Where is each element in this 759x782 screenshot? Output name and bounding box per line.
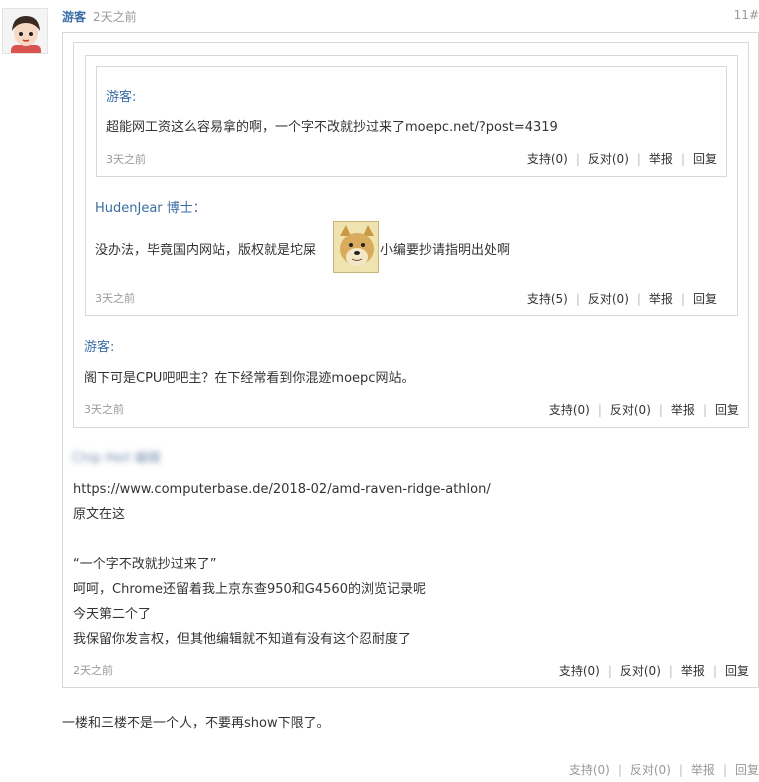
quote-line (73, 527, 491, 552)
quote-line: 原文在这 (73, 507, 126, 522)
quote-time: 3天之前 (106, 153, 146, 166)
quote-line: 我保留你发言权，但其他编辑就不知道有没有这个忍耐度了 (73, 632, 412, 647)
report-button[interactable]: 举报 (649, 150, 673, 167)
divider: | (658, 402, 663, 417)
quote-actions: 支持(0) | 反对(0) | 举报 | 回复 (527, 150, 717, 167)
comment-text: 一楼和三楼不是一个人，不要再show下限了。 (62, 716, 330, 731)
quote-line[interactable]: https://www.computerbase.de/2018-02/amd-… (73, 477, 491, 502)
quote-time: 3天之前 (84, 403, 124, 416)
divider: | (636, 291, 641, 306)
quote-time: 3天之前 (95, 292, 135, 305)
divider: | (678, 762, 683, 777)
quote-text-before: 没办法，毕竟国内网站，版权就是坨屎 (95, 243, 317, 258)
divider: | (575, 151, 580, 166)
divider: | (680, 151, 685, 166)
oppose-button[interactable]: 反对(0) (610, 401, 651, 418)
reply-button[interactable]: 回复 (725, 662, 749, 679)
comment-author[interactable]: 游客 (62, 8, 86, 25)
cartoon-girl-avatar-icon (3, 9, 47, 53)
quote-line: 今天第二个了 (73, 607, 152, 622)
report-button[interactable]: 举报 (681, 662, 705, 679)
report-button[interactable]: 举报 (649, 290, 673, 307)
oppose-button[interactable]: 反对(0) (588, 150, 629, 167)
divider: | (668, 663, 673, 678)
support-button[interactable]: 支持(0) (559, 662, 600, 679)
floor-number: 11# (733, 8, 759, 22)
reply-button[interactable]: 回复 (735, 761, 759, 778)
oppose-button[interactable]: 反对(0) (630, 761, 671, 778)
support-button[interactable]: 支持(0) (549, 401, 590, 418)
divider: | (617, 762, 622, 777)
report-button[interactable]: 举报 (691, 761, 715, 778)
divider: | (702, 402, 707, 417)
divider: | (607, 663, 612, 678)
divider: | (636, 151, 641, 166)
support-button[interactable]: 支持(0) (527, 150, 568, 167)
quote-author[interactable]: 游客: (84, 336, 114, 355)
divider: | (722, 762, 727, 777)
quote-text: 超能网工资这么容易拿的啊，一个字不改就抄过来了moepc.net/?post=4… (106, 120, 558, 135)
report-button[interactable]: 举报 (671, 401, 695, 418)
comment-time: 2天之前 (93, 10, 137, 24)
divider: | (575, 291, 580, 306)
support-button[interactable]: 支持(5) (527, 290, 568, 307)
divider: | (680, 291, 685, 306)
reply-button[interactable]: 回复 (693, 150, 717, 167)
quote-author[interactable]: HudenJear 博士： (95, 197, 206, 216)
comment-actions: 支持(0) | 反对(0) | 举报 | 回复 (569, 761, 759, 778)
oppose-button[interactable]: 反对(0) (588, 290, 629, 307)
avatar[interactable] (2, 8, 48, 54)
divider: | (712, 663, 717, 678)
quote-text: 阁下可是CPU吧吧主？在下经常看到你混迹moepc网站。 (84, 371, 415, 386)
support-button[interactable]: 支持(0) (569, 761, 610, 778)
oppose-button[interactable]: 反对(0) (620, 662, 661, 679)
quote-actions: 支持(0) | 反对(0) | 举报 | 回复 (559, 662, 749, 679)
quote-body: https://www.computerbase.de/2018-02/amd-… (73, 477, 491, 652)
quote-line: 呵呵，Chrome还留着我上京东查950和G4560的浏览记录呢 (73, 582, 426, 597)
quote-actions: 支持(0) | 反对(0) | 举报 | 回复 (549, 401, 739, 418)
quote-author[interactable]: Chip Hell 编辑 (72, 447, 160, 466)
reply-button[interactable]: 回复 (715, 401, 739, 418)
doge-emoji-icon (333, 221, 379, 273)
divider: | (597, 402, 602, 417)
quote-time: 2天之前 (73, 664, 113, 677)
quote-author[interactable]: 游客: (106, 86, 136, 105)
reply-button[interactable]: 回复 (693, 290, 717, 307)
quote-text-after: 小编要抄请指明出处啊 (380, 243, 511, 258)
quote-line: “一个字不改就抄过来了” (73, 557, 217, 572)
quote-actions: 支持(5) | 反对(0) | 举报 | 回复 (527, 290, 717, 307)
